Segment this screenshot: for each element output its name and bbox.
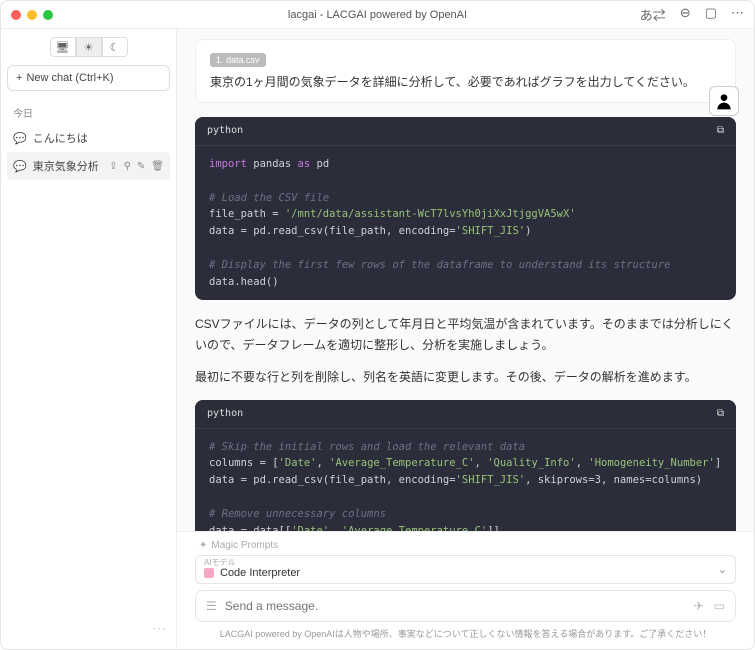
copy-icon[interactable]: ⧉ [717,123,724,139]
more-icon[interactable]: ⋯ [731,5,744,24]
assistant-text: CSVファイルには、データの列として年月日と平均気温が含まれています。そのままで… [195,314,736,355]
code-block: python ⧉ import pandas as pd # Load the … [195,117,736,300]
magic-prompts[interactable]: ✦ Magic Prompts [195,538,736,555]
chat-item-label: 東京気象分析 [33,158,99,174]
chat-item[interactable]: 💬 東京気象分析 ⇪ ⚲ ✎ 🗑 [7,152,170,180]
titlebar: lacgai - LACGAI powered by OpenAI あ⇄ ⊖ ▢… [1,1,754,29]
file-attachment-badge[interactable]: 1. data.csv [210,53,266,67]
window-title: lacgai - LACGAI powered by OpenAI [288,9,467,21]
conversation-scroll[interactable]: 1. data.csv 東京の1ヶ月間の気象データを詳細に分析して、必要であれば… [177,29,754,531]
sidebar-footer: ⋯ [7,616,170,641]
user-message: 1. data.csv 東京の1ヶ月間の気象データを詳細に分析して、必要であれば… [195,39,736,103]
user-message-text: 東京の1ヶ月間の気象データを詳細に分析して、必要であればグラフを出力してください… [210,73,721,90]
code-header: python ⧉ [195,117,736,146]
model-label: AIモデル [204,557,236,568]
translate-icon[interactable]: あ⇄ [640,5,666,24]
code-lang: python [207,406,243,422]
chat-item[interactable]: 💬 こんにちは [7,124,170,152]
chat-item-label: こんにちは [33,130,88,146]
plus-icon: + [16,72,22,84]
message-input-row: ☰ ✈ ▭ [195,590,736,622]
zoom-icon[interactable]: ⊖ [680,5,691,24]
sidebar: 🖥 ☀ ☾ + New chat (Ctrl+K) 今日 💬 こんにちは 💬 東… [1,29,177,649]
screen-icon[interactable]: ▢ [705,5,717,24]
chat-icon: 💬 [13,132,27,145]
code-body: # Skip the initial rows and load the rel… [195,429,736,531]
traffic-lights [11,10,53,20]
section-today: 今日 [7,101,170,124]
new-chat-label: New chat (Ctrl+K) [26,72,113,84]
person-icon [714,91,734,111]
new-chat-button[interactable]: + New chat (Ctrl+K) [7,65,170,91]
message-input[interactable] [225,599,686,613]
disclaimer: LACGAI powered by OpenAIは人物や場所、事実などについて正… [195,622,736,643]
copy-icon[interactable]: ⧉ [717,406,724,422]
close-window-button[interactable] [11,10,21,20]
theme-dark-icon[interactable]: ☾ [102,37,128,57]
code-block: python ⧉ # Skip the initial rows and loa… [195,400,736,531]
theme-system-icon[interactable]: 🖥 [50,37,76,57]
code-body: import pandas as pd # Load the CSV file … [195,146,736,300]
edit-icon[interactable]: ✎ [137,161,145,172]
sparkle-icon: ✦ [199,540,207,551]
theme-toggle: 🖥 ☀ ☾ [7,37,170,57]
mic-icon[interactable]: ▭ [714,599,725,613]
chat-item-actions: ⇪ ⚲ ✎ 🗑 [109,161,164,172]
share-icon[interactable]: ⇪ [109,161,117,172]
delete-icon[interactable]: 🗑 [151,161,164,172]
chevron-down-icon: ⌄ [718,563,727,576]
model-selector[interactable]: AIモデル Code Interpreter ⌄ [195,555,736,584]
pin-icon[interactable]: ⚲ [124,161,131,172]
assistant-text: 最初に不要な行と列を削除し、列名を英語に変更します。その後、データの解析を進めま… [195,367,736,387]
app-window: lacgai - LACGAI powered by OpenAI あ⇄ ⊖ ▢… [0,0,755,650]
minimize-window-button[interactable] [27,10,37,20]
composer-area: ✦ Magic Prompts AIモデル Code Interpreter ⌄… [177,531,754,649]
maximize-window-button[interactable] [43,10,53,20]
send-icon[interactable]: ✈ [694,599,704,613]
code-header: python ⧉ [195,400,736,429]
theme-light-icon[interactable]: ☀ [76,37,102,57]
prompt-icon: ☰ [206,599,217,613]
chat-icon: 💬 [13,160,27,173]
model-name: Code Interpreter [220,567,300,579]
model-color-icon [204,568,214,578]
user-avatar [709,86,739,116]
content: 🖥 ☀ ☾ + New chat (Ctrl+K) 今日 💬 こんにちは 💬 東… [1,29,754,649]
code-lang: python [207,123,243,139]
titlebar-actions: あ⇄ ⊖ ▢ ⋯ [640,5,744,24]
main: 1. data.csv 東京の1ヶ月間の気象データを詳細に分析して、必要であれば… [177,29,754,649]
magic-prompts-label: Magic Prompts [211,540,278,551]
